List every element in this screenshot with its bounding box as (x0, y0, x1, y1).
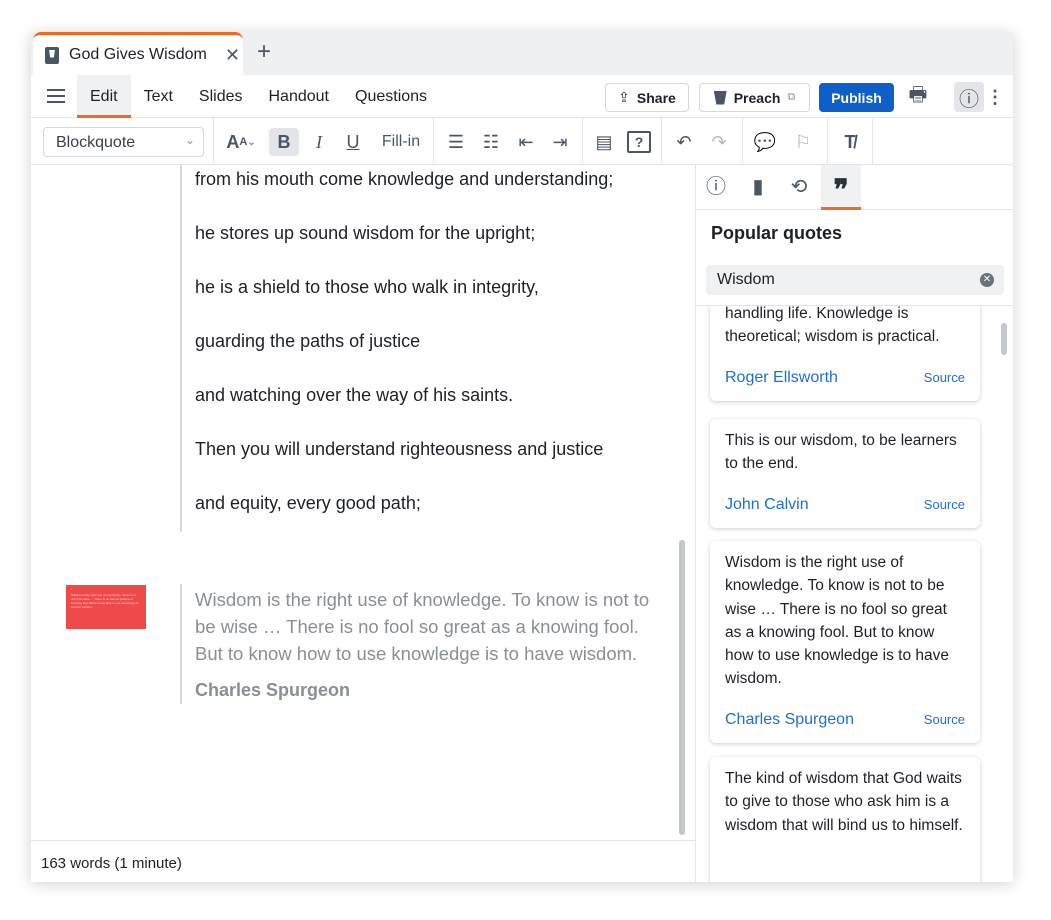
sidebar-tabs: ⓘ ▮ ⟲ ❞ (696, 165, 1013, 210)
quote-author[interactable]: Roger Ellsworth (725, 366, 838, 389)
scripture-line[interactable]: Then you will understand righteousness a… (195, 439, 603, 460)
font-size-icon[interactable]: A A ⌄ (223, 128, 259, 156)
pulpit-icon (713, 90, 727, 105)
bullet-list-icon[interactable]: ☰ (443, 128, 469, 156)
quote-text: Wisdom is the right use of knowledge. To… (725, 554, 950, 688)
new-tab-icon[interactable]: + (257, 38, 271, 66)
share-button[interactable]: ⇪ Share (605, 83, 689, 112)
menu-slides[interactable]: Slides (186, 75, 256, 118)
chevron-down-icon: ⌄ (184, 133, 195, 147)
editor-area[interactable]: from his mouth come knowledge and unders… (31, 165, 695, 840)
italic-icon[interactable]: I (307, 128, 331, 156)
quote-card[interactable]: handling life. Knowledge is theoretical;… (710, 305, 980, 401)
formatting-toolbar: Blockquote ⌄ A A ⌄ B I U Fill-in ☰ ☷ ⇤ ⇥ ▤ … (31, 118, 1013, 165)
history-tab-icon[interactable]: ⟲ (787, 175, 811, 199)
info-tab-icon[interactable]: ⓘ (704, 175, 728, 199)
indent-icon[interactable]: ⇥ (547, 128, 573, 156)
clear-formatting-icon[interactable]: T̸ (837, 128, 863, 156)
share-icon: ⇪ (618, 89, 630, 105)
bold-icon[interactable]: B (269, 128, 299, 156)
quote-text: This is our wisdom, to be learners to th… (725, 432, 957, 473)
close-tab-icon[interactable]: ✕ (225, 45, 240, 66)
clear-search-icon[interactable]: ✕ (980, 273, 994, 287)
question-icon[interactable]: ? (627, 131, 651, 153)
preach-button[interactable]: Preach ⧉ (699, 83, 810, 112)
hamburger-menu-icon[interactable] (47, 85, 65, 107)
notebook-tab-icon[interactable]: ▮ (746, 175, 770, 199)
external-link-icon: ⧉ (787, 91, 796, 103)
fill-in-button[interactable]: Fill-in (374, 128, 428, 156)
quote-card[interactable]: Wisdom is the right use of knowledge. To… (710, 541, 980, 744)
quote-slide-thumbnail[interactable]: Wisdom is the right use of knowledge. To… (66, 585, 146, 629)
scripture-line[interactable]: guarding the paths of justice (195, 331, 420, 352)
source-link[interactable]: Source (924, 708, 965, 731)
outdent-icon[interactable]: ⇤ (513, 128, 539, 156)
scripture-line[interactable]: and watching over the way of his saints. (195, 385, 513, 406)
source-link[interactable]: Source (924, 493, 965, 516)
quote-list: handling life. Knowledge is theoretical;… (696, 305, 1013, 882)
document-icon (45, 46, 59, 64)
more-options-icon[interactable]: ⋮ (986, 83, 1004, 111)
scripture-line[interactable]: from his mouth come knowledge and unders… (195, 169, 613, 190)
ai-comment-icon[interactable]: 💬 (751, 128, 779, 156)
underline-icon[interactable]: U (341, 128, 365, 156)
quote-text: handling life. Knowledge is theoretical;… (725, 305, 940, 346)
scripture-line[interactable]: he stores up sound wisdom for the uprigh… (195, 223, 535, 244)
quote-card[interactable]: The kind of wisdom that God waits to giv… (710, 757, 980, 882)
tab-title: God Gives Wisdom (69, 46, 207, 63)
tab-bar: God Gives Wisdom ✕ + (31, 32, 1013, 75)
quotes-tab-icon[interactable]: ❞ (821, 165, 861, 210)
source-link[interactable]: Source (924, 366, 965, 389)
app-window: God Gives Wisdom ✕ + Edit Text Slides Ha… (31, 32, 1013, 882)
quote-text: The kind of wisdom that God waits to giv… (725, 770, 963, 834)
menu-edit[interactable]: Edit (77, 74, 131, 118)
blockquote-border (180, 584, 182, 704)
print-icon[interactable]: 🖶 (905, 83, 931, 111)
quote-card[interactable]: This is our wisdom, to be learners to th… (710, 419, 980, 528)
sidebar-title: Popular quotes (711, 223, 843, 243)
quote-author[interactable]: John Calvin (725, 493, 809, 516)
block-style-select[interactable]: Blockquote ⌄ (43, 127, 204, 157)
undo-icon[interactable]: ↶ (671, 128, 697, 156)
quote-author[interactable]: Charles Spurgeon (725, 708, 854, 731)
blockquote-text: Wisdom is the right use of knowledge. To… (195, 589, 650, 664)
quote-search-input[interactable]: Wisdom ✕ (706, 265, 1004, 295)
scripture-line[interactable]: and equity, every good path; (195, 493, 421, 514)
scripture-line[interactable]: he is a shield to those who walk in inte… (195, 277, 539, 298)
blockquote-border (180, 165, 182, 532)
editor-scrollbar[interactable] (679, 540, 685, 835)
menu-text[interactable]: Text (131, 75, 186, 118)
ai-bookmark-icon[interactable]: ⚐ (791, 128, 815, 156)
info-icon[interactable]: ⓘ (954, 82, 984, 112)
text-block-icon[interactable]: ▤ (592, 128, 616, 156)
document-tab[interactable]: God Gives Wisdom ✕ (33, 32, 243, 75)
numbered-list-icon[interactable]: ☷ (478, 128, 504, 156)
menu-handout[interactable]: Handout (256, 75, 343, 118)
blockquote[interactable]: Wisdom is the right use of knowledge. To… (195, 586, 665, 704)
menu-questions[interactable]: Questions (342, 75, 440, 118)
publish-button[interactable]: Publish (819, 83, 894, 112)
sidebar-scrollbar[interactable] (1001, 323, 1007, 355)
blockquote-author: Charles Spurgeon (195, 680, 351, 700)
word-count: 163 words (1 minute) (31, 840, 695, 882)
quotes-sidebar: ⓘ ▮ ⟲ ❞ Popular quotes Wisdom ✕ handling … (695, 165, 1013, 882)
redo-icon[interactable]: ↷ (706, 128, 732, 156)
